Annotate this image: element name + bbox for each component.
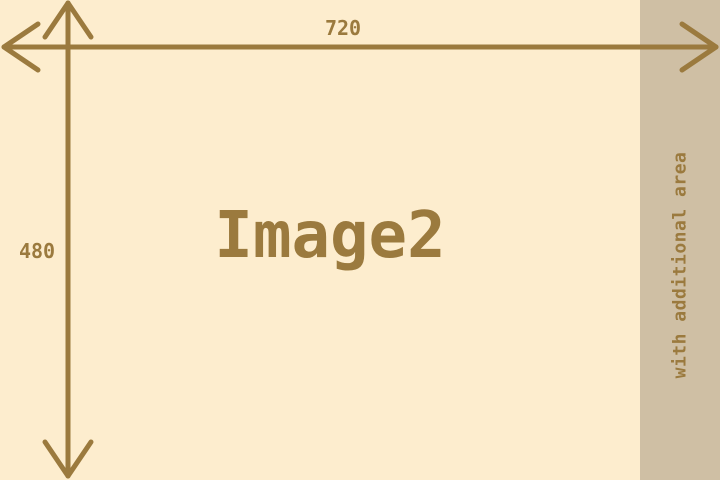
width-label: 720 [324,16,362,40]
height-label: 480 [18,239,56,263]
additional-area-label: with additional area [669,151,691,379]
placeholder-canvas: 720 480 Image2 with additional area [0,0,720,480]
image-title: Image2 [214,199,446,273]
